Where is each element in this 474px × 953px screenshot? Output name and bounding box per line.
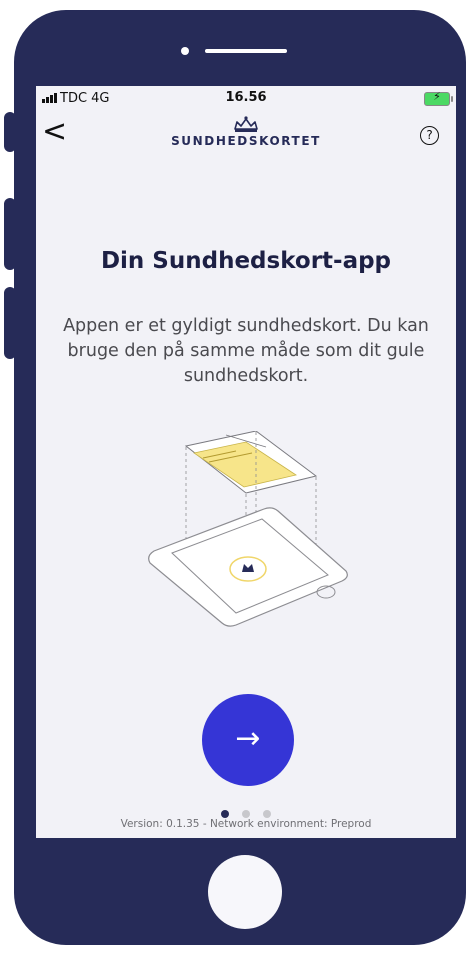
- next-button[interactable]: →: [202, 694, 294, 786]
- page-title: Din Sundhedskort-app: [100, 248, 392, 274]
- brand-name: SUNDHEDSKORTET: [171, 134, 321, 148]
- brand-logo: SUNDHEDSKORTET: [36, 116, 456, 148]
- app-screen: TDC 4G 16.56 ⚡ < SUNDHEDSKORTET ? Din Su…: [36, 86, 456, 838]
- page-dot[interactable]: [263, 810, 272, 818]
- status-bar: TDC 4G 16.56 ⚡: [36, 86, 456, 112]
- health-card-phone-illustration: [148, 431, 348, 627]
- crown-icon: [234, 116, 258, 132]
- page-dot-active[interactable]: [220, 810, 229, 818]
- camera-dot: [181, 47, 189, 55]
- page-description: Appen er et gyldigt sundhedskort. Du kan…: [63, 316, 429, 386]
- home-button[interactable]: [208, 855, 282, 929]
- speaker-bar: [205, 49, 287, 53]
- status-time: 16.56: [225, 90, 267, 105]
- page-dot[interactable]: [242, 810, 250, 818]
- battery-charging-icon: ⚡: [424, 90, 453, 106]
- version-label: Version: 0.1.35 - Network environment: P…: [120, 818, 372, 830]
- top-navigation: < SUNDHEDSKORTET ?: [36, 114, 456, 158]
- help-icon[interactable]: ?: [420, 126, 439, 145]
